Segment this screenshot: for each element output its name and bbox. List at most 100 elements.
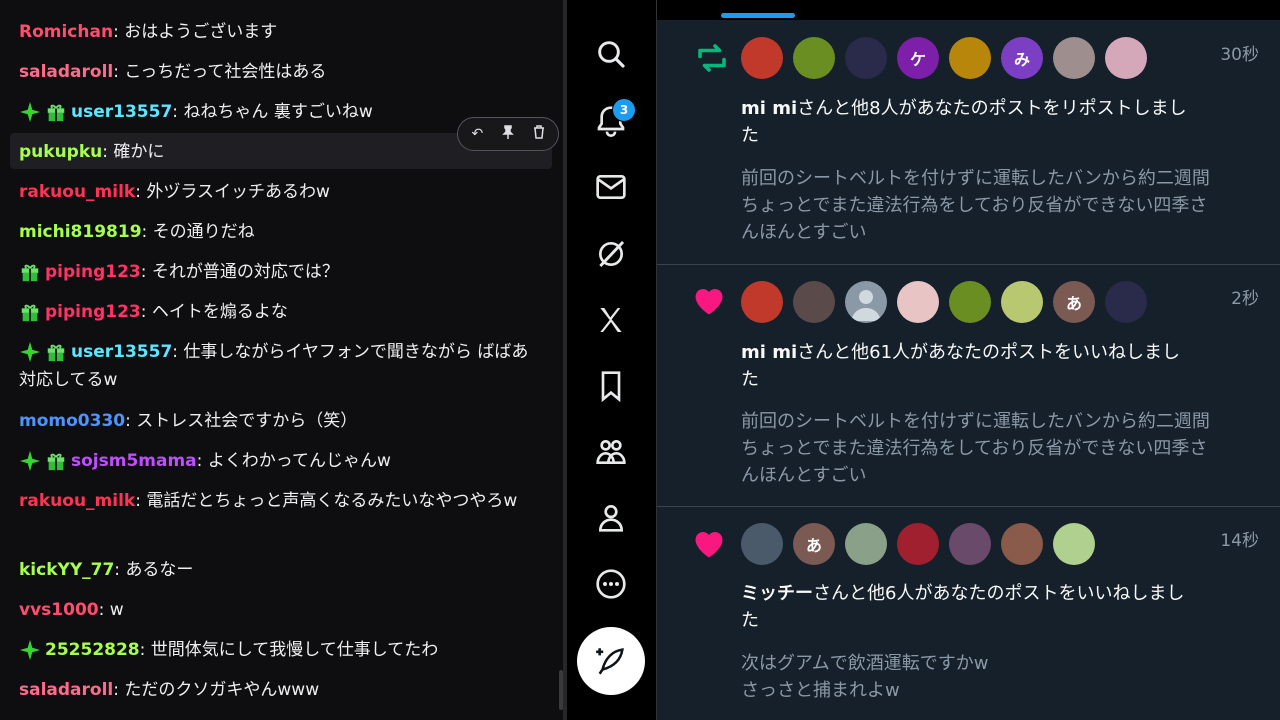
avatar[interactable]: [845, 281, 887, 323]
avatar[interactable]: [1105, 37, 1147, 79]
chat-username[interactable]: piping123: [45, 262, 141, 282]
gift-icon: [19, 261, 41, 283]
notification-card[interactable]: あ 14秒 ミッチーさんと他6人があなたのポストをいいねしました 次はグアムで飲酒運転…: [657, 506, 1280, 720]
notification-card[interactable]: ケみ 30秒 mi miさんと他8人があなたのポストをリポストしました 前回のシートベ…: [657, 20, 1280, 265]
bookmarks-icon[interactable]: [589, 364, 633, 408]
avatar[interactable]: [1001, 523, 1043, 565]
repost-icon: [691, 40, 733, 80]
avatar[interactable]: [741, 281, 783, 323]
chat-message-text: あるなー: [125, 560, 194, 580]
chat-username[interactable]: Romichan: [19, 22, 113, 42]
avatar[interactable]: [949, 37, 991, 79]
messages-icon[interactable]: [589, 165, 633, 209]
chat-username[interactable]: vvs1000: [19, 600, 99, 620]
post-preview-text: 次はグアムで飲酒運転ですかw さっさと捕まれよw: [741, 653, 989, 701]
chat-username[interactable]: saladaroll: [19, 62, 113, 82]
chat-colon: :: [114, 560, 126, 580]
avatar[interactable]: [949, 523, 991, 565]
chat-username[interactable]: 25252828: [45, 640, 140, 660]
avatar[interactable]: [845, 523, 887, 565]
avatar[interactable]: み: [1001, 37, 1043, 79]
avatar-row: あ: [741, 523, 1105, 565]
avatar[interactable]: あ: [793, 523, 835, 565]
compose-post-button[interactable]: [577, 627, 645, 695]
avatar[interactable]: [1053, 37, 1095, 79]
chat-colon: :: [102, 142, 114, 162]
chat-message[interactable]: kickYY_77: あるなー: [19, 556, 544, 584]
avatar[interactable]: [793, 281, 835, 323]
chat-username[interactable]: rakuou_milk: [19, 491, 135, 511]
actor-name[interactable]: ミッチー: [741, 583, 813, 604]
chat-message[interactable]: 25252828: 世間体気にして我慢して仕事してたわ: [19, 636, 544, 664]
avatar-row: あ: [741, 281, 1157, 323]
chat-message[interactable]: momo0330: ストレス社会ですから（笑）: [19, 407, 544, 435]
delete-icon[interactable]: [526, 125, 552, 143]
more-icon[interactable]: [589, 562, 633, 606]
avatar[interactable]: ケ: [897, 37, 939, 79]
chat-username[interactable]: rakuou_milk: [19, 182, 135, 202]
x-nav-rail: 3: [567, 0, 656, 720]
chat-message[interactable]: saladaroll: こっちだって社会性はある: [19, 58, 544, 86]
notification-title: mi miさんと他8人があなたのポストをリポストしました: [741, 95, 1191, 149]
reply-icon[interactable]: ↶: [464, 126, 490, 142]
chat-message[interactable]: rakuou_milk: 外ヅラスイッチあるわw: [19, 178, 544, 206]
communities-icon[interactable]: [589, 430, 633, 474]
grok-icon[interactable]: [589, 232, 633, 276]
chat-username[interactable]: pukupku: [19, 142, 102, 162]
notification-action-text: さんと他8人があなたのポストをリポストしました: [741, 98, 1187, 146]
chat-message[interactable]: sojsm5mama: よくわかってんじゃんw: [19, 447, 544, 475]
chat-username[interactable]: piping123: [45, 302, 141, 322]
chat-colon: :: [98, 600, 110, 620]
actor-name[interactable]: mi mi: [741, 342, 797, 363]
gift-icon: [19, 301, 41, 323]
notification-count-badge: 3: [612, 98, 636, 122]
avatar[interactable]: [1053, 523, 1095, 565]
post-preview-text: 前回のシートベルトを付けずに運転したバンから約二週間ちょっとでまた違法行為をして…: [741, 168, 1210, 243]
chat-message[interactable]: rakuou_milk: 電話だとちょっと声高くなるみたいなやつやろw: [19, 487, 544, 515]
chat-message-text: それが普通の対応では？: [151, 262, 339, 282]
heart-icon: [691, 526, 727, 566]
actor-name[interactable]: mi mi: [741, 98, 797, 119]
chat-message-text: おはようございます: [124, 22, 278, 42]
chat-username[interactable]: user13557: [71, 102, 172, 122]
chat-message[interactable]: saladaroll: ただのクソガキやんwww: [19, 676, 544, 704]
chat-colon: :: [113, 680, 125, 700]
chat-username[interactable]: saladaroll: [19, 680, 113, 700]
gift-icon: [45, 101, 67, 123]
chat-username[interactable]: momo0330: [19, 411, 125, 431]
chat-message[interactable]: michi819819: その通りだね: [19, 218, 544, 246]
avatar[interactable]: [949, 281, 991, 323]
chat-message[interactable]: Romichan: おはようございます: [19, 18, 544, 46]
avatar[interactable]: あ: [1053, 281, 1095, 323]
chat-username[interactable]: michi819819: [19, 222, 142, 242]
avatar[interactable]: [845, 37, 887, 79]
chat-message[interactable]: vvs1000: w: [19, 596, 544, 624]
avatar[interactable]: [897, 523, 939, 565]
chat-message-text: 確かに: [113, 142, 165, 162]
search-icon[interactable]: [589, 32, 633, 76]
x-premium-icon[interactable]: [589, 298, 633, 342]
avatar[interactable]: [1105, 281, 1147, 323]
chat-colon: :: [172, 102, 184, 122]
avatar[interactable]: [741, 523, 783, 565]
chat-message-text: ただのクソガキやんwww: [124, 680, 320, 700]
chat-colon: :: [135, 491, 147, 511]
chat-message[interactable]: user13557: 仕事しながらイヤフォンで聞きながら ばばあ対応してるw: [19, 338, 544, 394]
avatar[interactable]: [741, 37, 783, 79]
chat-username[interactable]: user13557: [71, 342, 172, 362]
avatar[interactable]: [1001, 281, 1043, 323]
chat-message-text: 世間体気にして我慢して仕事してたわ: [150, 640, 439, 660]
avatar[interactable]: [793, 37, 835, 79]
timestamp: 2秒: [1231, 289, 1259, 309]
notification-card[interactable]: あ 2秒 mi miさんと他61人があなたのポストをいいねしました 前回のシートベルト…: [657, 264, 1280, 507]
pin-icon[interactable]: [495, 125, 521, 143]
home-icon[interactable]: [589, 0, 633, 22]
chat-username[interactable]: sojsm5mama: [71, 451, 197, 471]
avatar-row: ケみ: [741, 37, 1157, 79]
profile-icon[interactable]: [589, 495, 633, 539]
chat-message[interactable]: piping123: ヘイトを煽るよな: [19, 298, 544, 326]
post-preview-text: 前回のシートベルトを付けずに運転したバンから約二週間ちょっとでまた違法行為をして…: [741, 411, 1210, 486]
chat-username[interactable]: kickYY_77: [19, 560, 114, 580]
avatar[interactable]: [897, 281, 939, 323]
chat-message[interactable]: piping123: それが普通の対応では？: [19, 258, 544, 286]
